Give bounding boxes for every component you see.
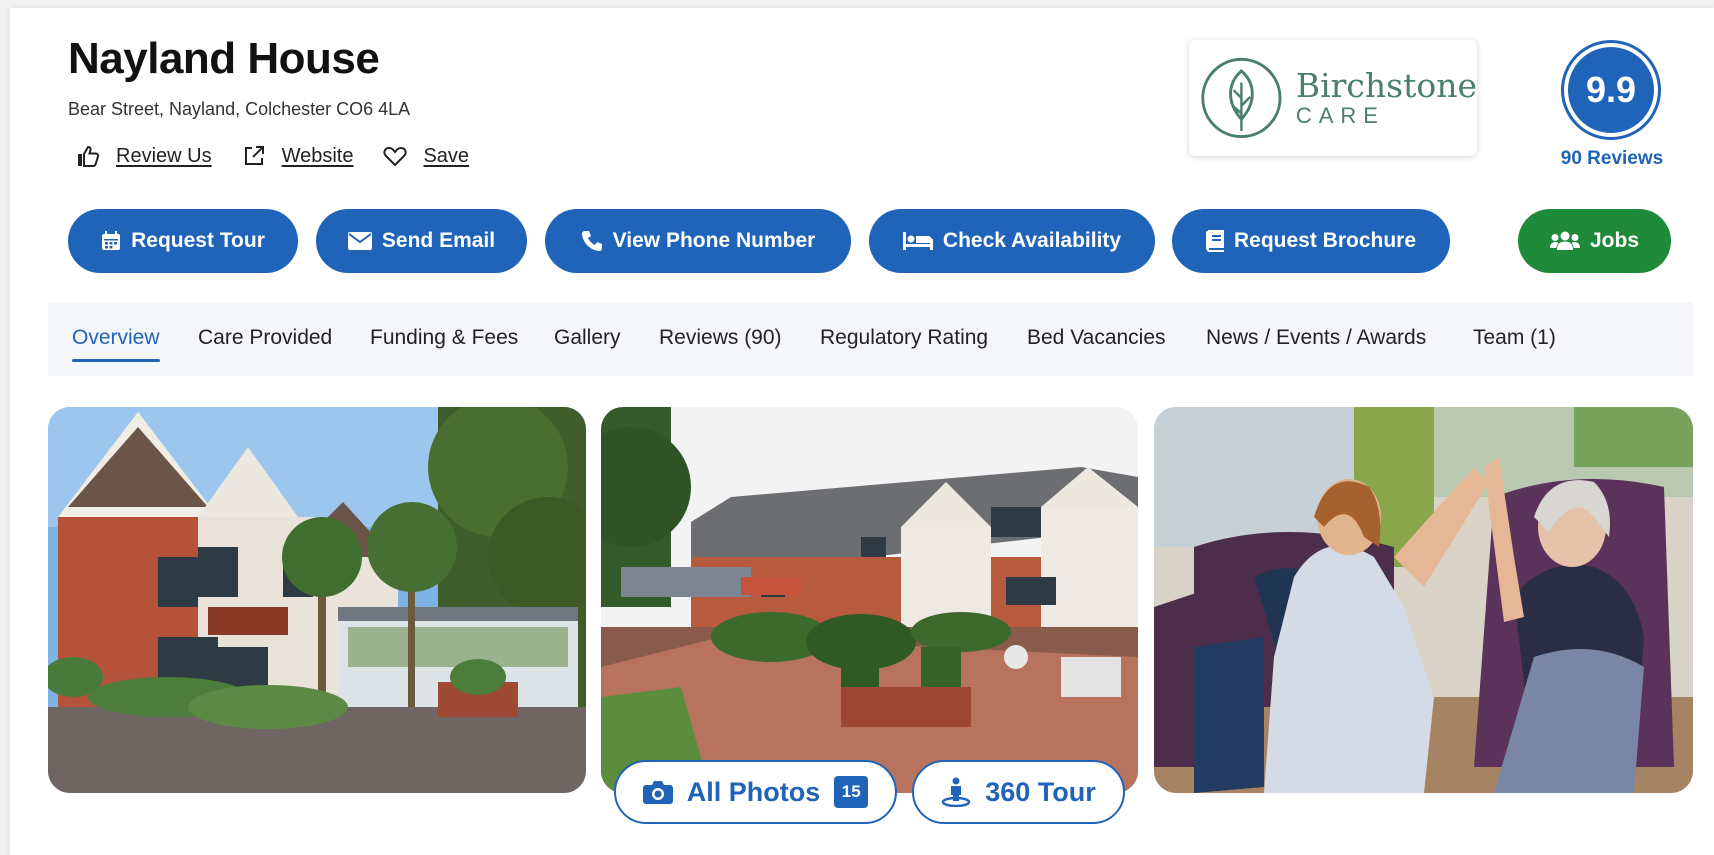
request-brochure-label: Request Brochure — [1233, 229, 1417, 252]
users-icon — [1549, 231, 1580, 250]
tab-regulatory-rating[interactable]: Regulatory Rating — [820, 326, 988, 350]
photo-count-badge: 15 — [834, 776, 869, 808]
gallery-photo-garden[interactable] — [601, 407, 1138, 793]
view-phone-label: View Phone Number — [612, 229, 816, 252]
360-tour-label: 360 Tour — [985, 776, 1096, 807]
bed-icon — [902, 232, 933, 250]
calendar-icon — [102, 231, 121, 250]
tab-reviews[interactable]: Reviews (90) — [659, 326, 782, 350]
section-tabs: Overview Care Provided Funding & Fees Ga… — [48, 302, 1693, 376]
page-title: Nayland House — [68, 34, 380, 83]
tab-gallery[interactable]: Gallery — [554, 326, 621, 350]
send-email-label: Send Email — [381, 229, 496, 252]
rating-badge[interactable]: 9.9 — [1561, 40, 1661, 140]
thumbs-up-icon — [78, 145, 100, 167]
review-count-link[interactable]: 90 Reviews — [1554, 148, 1670, 170]
jobs-button[interactable]: Jobs — [1518, 209, 1671, 273]
jobs-label: Jobs — [1589, 229, 1639, 252]
quick-links: Review Us Website Save — [76, 144, 499, 168]
book-icon — [1205, 230, 1224, 252]
tab-overview[interactable]: Overview — [72, 326, 160, 362]
brand-sub: CARE — [1295, 103, 1385, 128]
brand-name: Birchstone — [1295, 66, 1477, 105]
street-view-icon — [941, 777, 971, 807]
all-photos-button[interactable]: All Photos 15 — [614, 760, 897, 824]
tab-team[interactable]: Team (1) — [1473, 326, 1556, 350]
view-phone-button[interactable]: View Phone Number — [545, 209, 851, 273]
request-brochure-button[interactable]: Request Brochure — [1172, 209, 1450, 273]
rating-score: 9.9 — [1568, 47, 1654, 133]
request-tour-button[interactable]: Request Tour — [68, 209, 298, 273]
tab-funding-fees[interactable]: Funding & Fees — [370, 326, 518, 350]
gallery-photo-residents[interactable] — [1154, 407, 1693, 793]
brand-logo: Birchstone CARE — [1189, 40, 1477, 156]
save-link[interactable]: Save — [383, 145, 469, 168]
360-tour-button[interactable]: 360 Tour — [912, 760, 1125, 824]
heart-icon — [383, 146, 408, 167]
check-availability-button[interactable]: Check Availability — [869, 209, 1155, 273]
leaf-logo-icon — [1201, 57, 1282, 139]
phone-icon — [581, 231, 602, 251]
tab-bed-vacancies[interactable]: Bed Vacancies — [1027, 326, 1166, 350]
external-link-icon — [244, 146, 264, 165]
review-us-label: Review Us — [116, 144, 212, 167]
tab-care-provided[interactable]: Care Provided — [198, 326, 332, 350]
review-us-link[interactable]: Review Us — [76, 145, 212, 168]
gallery-photo-exterior[interactable] — [48, 407, 586, 793]
check-availability-label: Check Availability — [942, 229, 1122, 252]
camera-icon — [642, 781, 673, 804]
request-tour-label: Request Tour — [131, 229, 265, 252]
envelope-icon — [347, 232, 372, 250]
all-photos-label: All Photos — [686, 776, 821, 807]
website-link[interactable]: Website — [242, 144, 354, 168]
send-email-button[interactable]: Send Email — [316, 209, 527, 273]
address: Bear Street, Nayland, Colchester CO6 4LA — [68, 99, 411, 119]
website-label: Website — [281, 144, 354, 167]
tab-news-events-awards[interactable]: News / Events / Awards — [1206, 326, 1426, 350]
save-label: Save — [423, 144, 470, 167]
